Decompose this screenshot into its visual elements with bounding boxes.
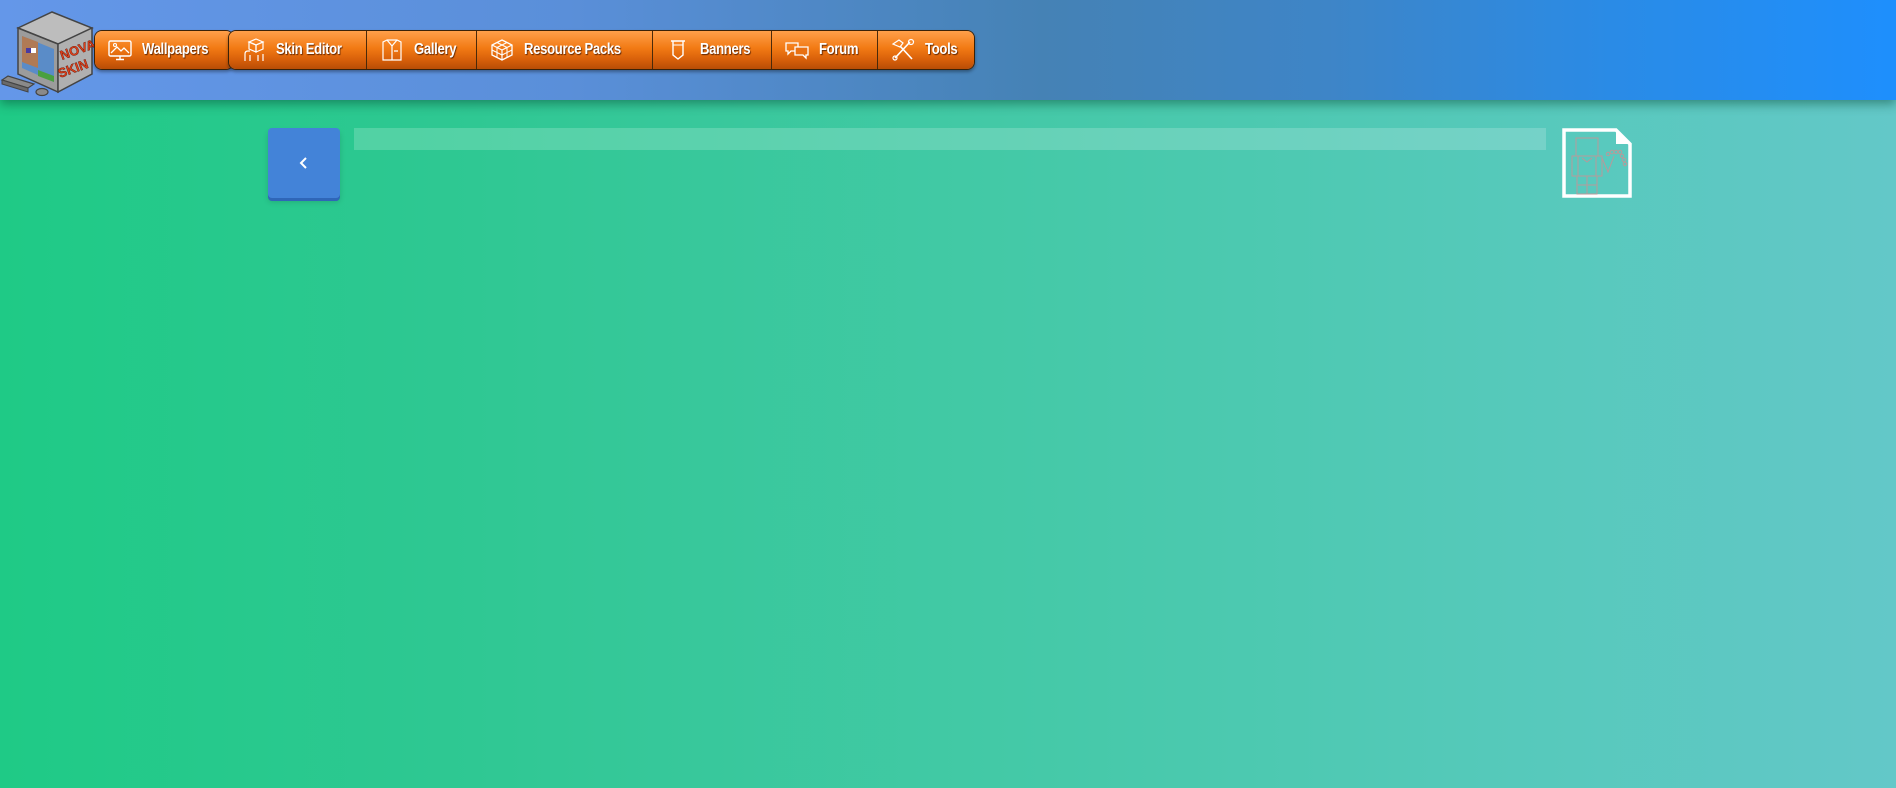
- nav-banners[interactable]: Banners: [652, 31, 772, 69]
- nav-label: Forum: [818, 41, 859, 58]
- nav-label: Gallery: [414, 41, 457, 58]
- nav-skin-editor[interactable]: Skin Editor: [229, 31, 368, 69]
- nav-resource-packs[interactable]: Resource Packs: [476, 31, 653, 69]
- nav-label: Banners: [699, 41, 751, 58]
- page-title-bar: [354, 128, 1546, 150]
- banner-shield-icon: [670, 40, 685, 60]
- nav-label: Tools: [924, 41, 958, 58]
- chevron-left-icon: [299, 157, 307, 169]
- chat-bubbles-icon: [785, 42, 809, 60]
- nav-gallery[interactable]: Gallery: [367, 31, 477, 69]
- nav-group-main: Skin Editor Gallery Resource Packs Banne…: [228, 30, 976, 70]
- hammer-wrench-icon: [891, 38, 914, 61]
- nav-label: Resource Packs: [523, 41, 621, 58]
- nav-group-wallpapers: Wallpapers: [94, 30, 234, 70]
- nav-wallpapers[interactable]: Wallpapers: [95, 31, 233, 69]
- shirt-icon: [382, 39, 402, 61]
- nav-label: Wallpapers: [142, 41, 209, 58]
- nav-forum[interactable]: Forum: [771, 31, 878, 69]
- cube-grid-icon: [490, 39, 513, 61]
- nova-skin-logo[interactable]: NOVA SKIN: [0, 8, 100, 100]
- character-cube-icon: [244, 38, 265, 61]
- nav-label: Skin Editor: [276, 41, 342, 58]
- back-button[interactable]: [268, 128, 340, 198]
- nova-skin-computer-logo-icon: NOVA SKIN: [0, 11, 98, 97]
- top-header: NOVA SKIN Wallpapers Skin Editor Gallery…: [0, 0, 1896, 100]
- skin-template-document-icon[interactable]: [1562, 128, 1632, 198]
- nav-tools[interactable]: Tools: [877, 31, 975, 69]
- monitor-image-icon: [108, 40, 132, 61]
